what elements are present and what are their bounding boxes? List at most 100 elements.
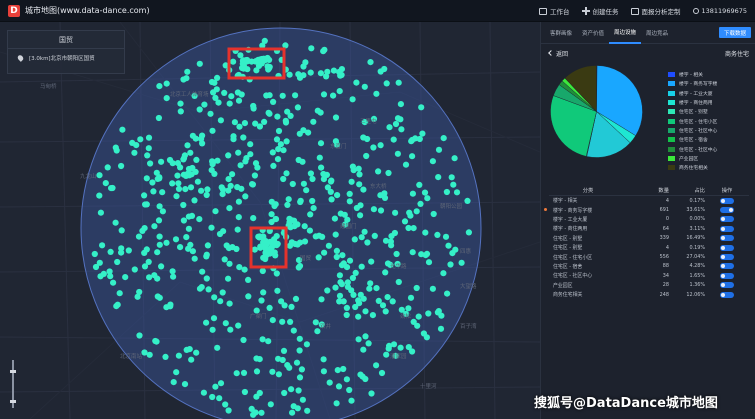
poi-marker[interactable]	[208, 224, 215, 231]
poi-marker[interactable]	[449, 250, 456, 257]
poi-marker[interactable]	[184, 142, 191, 149]
poi-marker[interactable]	[169, 268, 176, 275]
poi-marker[interactable]	[284, 201, 291, 208]
poi-marker[interactable]	[169, 180, 176, 187]
poi-marker[interactable]	[333, 253, 340, 261]
visibility-toggle[interactable]	[720, 225, 734, 232]
poi-marker[interactable]	[364, 239, 371, 246]
poi-marker[interactable]	[346, 386, 353, 394]
poi-marker[interactable]	[370, 144, 377, 151]
poi-marker[interactable]	[377, 142, 384, 149]
poi-marker[interactable]	[235, 214, 242, 221]
poi-marker[interactable]	[421, 189, 429, 196]
poi-marker[interactable]	[200, 389, 207, 396]
poi-marker[interactable]	[434, 231, 441, 238]
poi-marker[interactable]	[141, 192, 148, 199]
poi-marker[interactable]	[440, 135, 447, 142]
poi-marker[interactable]	[225, 245, 233, 252]
zoom-slider[interactable]	[10, 360, 16, 408]
poi-marker[interactable]	[318, 296, 325, 303]
poi-marker[interactable]	[198, 284, 205, 291]
poi-marker[interactable]	[261, 37, 268, 44]
poi-marker[interactable]	[159, 208, 166, 215]
poi-marker[interactable]	[307, 211, 314, 218]
poi-marker[interactable]	[294, 104, 301, 111]
poi-marker[interactable]	[362, 308, 369, 315]
poi-marker[interactable]	[191, 255, 198, 262]
poi-marker[interactable]	[135, 233, 143, 240]
poi-marker[interactable]	[270, 162, 277, 169]
poi-marker[interactable]	[310, 118, 317, 125]
poi-marker[interactable]	[309, 175, 316, 183]
poi-marker[interactable]	[204, 186, 211, 193]
poi-marker[interactable]	[253, 368, 261, 375]
poi-marker[interactable]	[114, 258, 121, 266]
poi-marker[interactable]	[378, 369, 386, 377]
legend-item[interactable]: 楼宇 - 商住两用	[668, 98, 753, 107]
poi-marker[interactable]	[360, 186, 367, 193]
poi-marker[interactable]	[259, 267, 266, 275]
poi-marker[interactable]	[309, 197, 316, 205]
poi-marker[interactable]	[193, 349, 200, 356]
zoom-handle[interactable]	[10, 370, 16, 373]
poi-marker[interactable]	[170, 379, 177, 386]
poi-marker[interactable]	[154, 275, 161, 282]
poi-marker[interactable]	[328, 196, 335, 203]
poi-marker[interactable]	[413, 208, 420, 215]
poi-marker[interactable]	[156, 294, 163, 301]
poi-marker[interactable]	[301, 223, 308, 230]
visibility-toggle[interactable]	[720, 254, 734, 261]
poi-marker[interactable]	[288, 386, 295, 393]
poi-marker[interactable]	[91, 250, 98, 258]
poi-marker[interactable]	[407, 294, 415, 301]
download-data-button[interactable]: 下载数据	[718, 27, 751, 38]
legend-item[interactable]: 产业园区	[668, 154, 753, 163]
poi-marker[interactable]	[258, 409, 265, 416]
poi-marker[interactable]	[299, 158, 306, 165]
poi-marker[interactable]	[187, 184, 195, 191]
poi-marker[interactable]	[402, 161, 410, 168]
poi-marker[interactable]	[294, 405, 301, 412]
poi-marker[interactable]	[296, 374, 304, 381]
poi-marker[interactable]	[287, 318, 294, 325]
poi-marker[interactable]	[295, 71, 302, 78]
poi-marker[interactable]	[245, 276, 252, 283]
poi-marker[interactable]	[222, 401, 229, 408]
poi-marker[interactable]	[283, 138, 290, 145]
poi-marker[interactable]	[363, 152, 370, 160]
poi-marker[interactable]	[209, 393, 216, 401]
poi-marker[interactable]	[435, 308, 442, 315]
poi-marker[interactable]	[293, 359, 301, 366]
poi-marker[interactable]	[188, 212, 196, 219]
poi-marker[interactable]	[119, 126, 126, 133]
poi-marker[interactable]	[296, 239, 304, 246]
poi-marker[interactable]	[272, 201, 279, 208]
poi-marker[interactable]	[273, 270, 280, 277]
poi-marker[interactable]	[389, 298, 396, 305]
poi-marker[interactable]	[263, 250, 270, 257]
legend-item[interactable]: 住宅区 - 住宅小区	[668, 116, 753, 125]
poi-marker[interactable]	[361, 83, 368, 90]
poi-marker[interactable]	[261, 237, 268, 244]
poi-marker[interactable]	[149, 179, 156, 186]
poi-marker[interactable]	[382, 269, 389, 276]
poi-marker[interactable]	[273, 136, 281, 143]
poi-marker[interactable]	[192, 135, 199, 142]
poi-marker[interactable]	[409, 190, 416, 197]
poi-marker[interactable]	[307, 170, 314, 177]
poi-marker[interactable]	[226, 205, 233, 212]
poi-marker[interactable]	[340, 365, 347, 373]
poi-marker[interactable]	[336, 272, 343, 279]
poi-marker[interactable]	[216, 230, 224, 238]
poi-marker[interactable]	[394, 150, 401, 157]
poi-marker[interactable]	[210, 315, 218, 322]
poi-marker[interactable]	[270, 98, 277, 105]
poi-marker[interactable]	[332, 284, 339, 291]
poi-marker[interactable]	[282, 119, 290, 126]
poi-marker[interactable]	[390, 136, 397, 143]
poi-marker[interactable]	[216, 395, 223, 402]
poi-marker[interactable]	[253, 393, 260, 400]
poi-marker[interactable]	[102, 180, 109, 187]
poi-marker[interactable]	[156, 241, 163, 248]
poi-marker[interactable]	[306, 227, 313, 234]
